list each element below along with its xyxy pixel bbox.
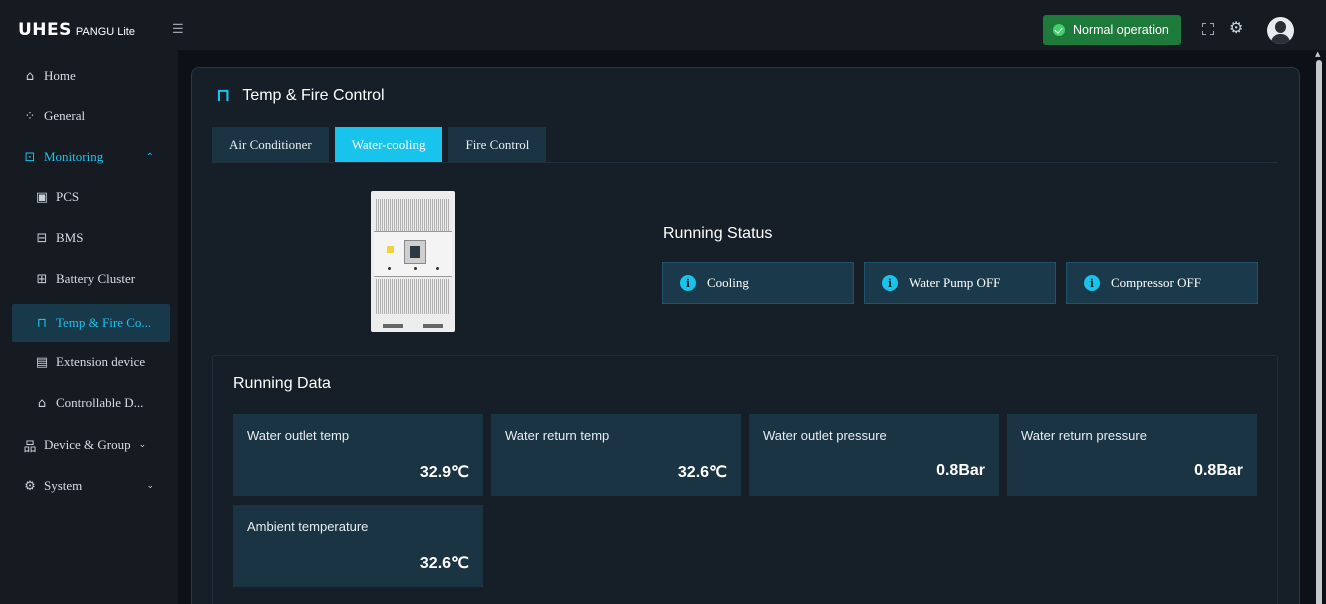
- settings-icon[interactable]: ⚙: [1229, 20, 1243, 38]
- check-circle-icon: [1053, 24, 1065, 36]
- sidebar-item-label: General: [44, 108, 86, 123]
- data-card-label: Water outlet pressure: [763, 428, 887, 443]
- page-title-text: Temp & Fire Control: [242, 86, 385, 104]
- device-group-icon: 品: [23, 439, 37, 455]
- controllable-device-icon: ⌂: [37, 395, 47, 411]
- status-item-compressor: i Compressor OFF: [1066, 262, 1258, 304]
- sidebar-item-label: Monitoring: [44, 149, 104, 164]
- data-card-label: Water outlet temp: [247, 428, 350, 443]
- status-item-label: Cooling: [707, 275, 749, 290]
- running-status-title: Running Status: [663, 225, 773, 242]
- logo-main: UHES: [18, 20, 72, 40]
- tab-water-cooling[interactable]: Water-cooling: [334, 127, 443, 162]
- sidebar-item-temp-fire[interactable]: ⊓ Temp & Fire Co...: [12, 304, 170, 342]
- sidebar-item-home[interactable]: ⌂ Home: [12, 57, 170, 95]
- page-title: ⊓ Temp & Fire Control: [216, 85, 385, 106]
- battery-icon: ⊟: [36, 230, 48, 246]
- sidebar-item-general[interactable]: ⁘ General: [12, 97, 170, 135]
- sidebar-item-label: BMS: [56, 230, 84, 245]
- info-icon: i: [680, 275, 696, 291]
- extension-icon: ▤: [35, 354, 49, 370]
- data-card-water-outlet-pressure: Water outlet pressure 0.8Bar: [749, 414, 999, 496]
- chevron-down-icon: ⌄: [138, 440, 147, 450]
- data-card-water-return-temp: Water return temp 32.6℃: [491, 414, 741, 496]
- scrollbar-thumb[interactable]: [1316, 60, 1322, 604]
- menu-toggle-icon[interactable]: ☰: [172, 21, 184, 37]
- chevron-down-icon: ⌄: [146, 481, 154, 491]
- chevron-up-icon: ⌃: [145, 151, 154, 163]
- data-card-value: 0.8Bar: [936, 462, 985, 479]
- fullscreen-icon[interactable]: [1202, 23, 1214, 35]
- info-icon: i: [1084, 275, 1100, 291]
- data-card-label: Ambient temperature: [247, 519, 369, 534]
- page-scrollbar[interactable]: ▲: [1312, 50, 1326, 604]
- tab-air-conditioner[interactable]: Air Conditioner: [212, 127, 329, 162]
- sidebar-item-label: Temp & Fire Co...: [56, 315, 152, 330]
- tab-bar: Air Conditioner Water-cooling Fire Contr…: [212, 127, 552, 162]
- status-item-water-pump: i Water Pump OFF: [864, 262, 1056, 304]
- status-item-cooling: i Cooling: [662, 262, 854, 304]
- sidebar-item-label: Battery Cluster: [56, 271, 136, 286]
- data-card-value: 32.6℃: [419, 555, 469, 572]
- fire-extinguisher-icon: ⊓: [36, 315, 48, 331]
- sidebar-item-label: Extension device: [56, 354, 146, 369]
- status-item-label: Compressor OFF: [1111, 275, 1201, 290]
- data-card-label: Water return temp: [505, 428, 610, 443]
- data-card-ambient-temperature: Ambient temperature 32.6℃: [233, 505, 483, 587]
- fire-extinguisher-icon: ⊓: [216, 85, 231, 106]
- water-cooling-unit-image: [371, 191, 455, 332]
- battery-cluster-icon: ⊞: [36, 271, 48, 287]
- avatar[interactable]: [1267, 17, 1294, 44]
- data-card-value: 32.6℃: [677, 464, 727, 481]
- pcs-icon: ▣: [35, 189, 49, 205]
- sidebar-item-controllable-device[interactable]: ⌂ Controllable D...: [12, 384, 170, 422]
- status-badge: Normal operation: [1043, 15, 1181, 45]
- gear-icon: ⚙: [24, 478, 36, 494]
- sidebar-item-label: Controllable D...: [56, 395, 144, 410]
- home-icon: ⌂: [25, 68, 35, 84]
- sidebar-item-label: Device & Group: [44, 437, 131, 452]
- data-card-water-return-pressure: Water return pressure 0.8Bar: [1007, 414, 1257, 496]
- data-card-value: 32.9℃: [419, 464, 469, 481]
- running-data-title: Running Data: [233, 375, 331, 392]
- sidebar-item-label: PCS: [56, 189, 80, 204]
- tabs-divider: [212, 162, 1278, 163]
- tab-fire-control[interactable]: Fire Control: [448, 127, 547, 162]
- sidebar-item-pcs[interactable]: ▣ PCS: [12, 178, 170, 216]
- scroll-up-icon[interactable]: ▲: [1315, 50, 1320, 58]
- monitor-icon: ⊡: [24, 149, 36, 165]
- data-card-water-outlet-temp: Water outlet temp 32.9℃: [233, 414, 483, 496]
- app-logo[interactable]: UHES PANGU Lite: [18, 20, 135, 40]
- sidebar-item-battery-cluster[interactable]: ⊞ Battery Cluster: [12, 260, 170, 298]
- data-card-value: 0.8Bar: [1194, 462, 1243, 479]
- sidebar-item-monitoring[interactable]: ⊡ Monitoring ⌃: [12, 138, 170, 176]
- info-icon: i: [882, 275, 898, 291]
- status-item-label: Water Pump OFF: [909, 275, 1001, 290]
- sidebar-item-bms[interactable]: ⊟ BMS: [12, 219, 170, 257]
- sidebar-item-device-group[interactable]: 品 Device & Group ⌄: [12, 426, 170, 464]
- grid-icon: ⁘: [24, 108, 36, 124]
- sidebar-item-extension-device[interactable]: ▤ Extension device: [12, 343, 170, 381]
- sidebar-item-label: System: [44, 478, 83, 493]
- data-card-label: Water return pressure: [1021, 428, 1147, 443]
- logo-sub: PANGU Lite: [75, 26, 135, 38]
- status-text: Normal operation: [1073, 23, 1169, 37]
- sidebar-item-system[interactable]: ⚙ System ⌄: [12, 467, 170, 505]
- sidebar-item-label: Home: [44, 68, 76, 83]
